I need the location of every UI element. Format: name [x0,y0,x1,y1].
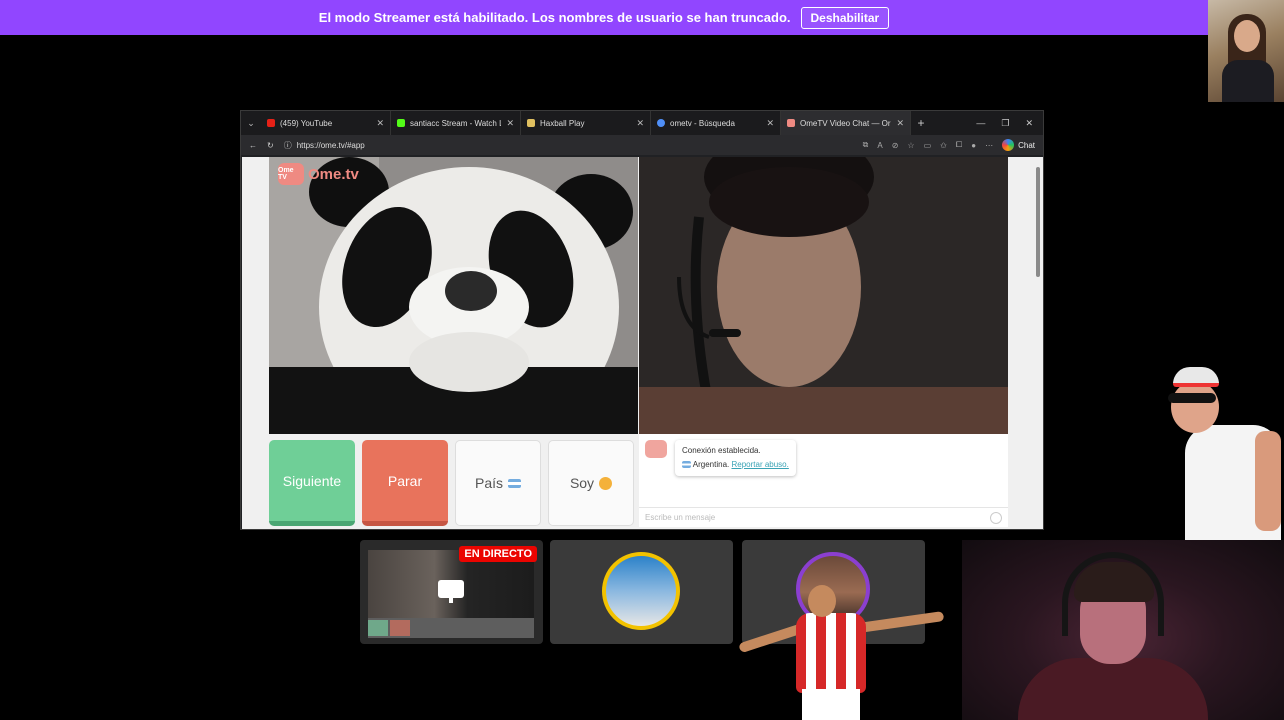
block-icon[interactable]: ⊘ [892,141,899,150]
new-tab-icon[interactable]: + [911,116,931,130]
favorite-star-icon[interactable]: ☆ [907,141,914,150]
partner-video [639,157,1008,434]
panda-plush-image [269,157,638,434]
webcam-top-right [1208,0,1284,102]
argentina-flag-icon [508,478,521,488]
restore-icon[interactable]: ❐ [1001,118,1009,129]
tab-youtube[interactable]: (459) YouTube ✕ [261,111,391,135]
tab-title: santiacc Stream - Watch Live o [410,118,502,128]
tab-kick-stream[interactable]: santiacc Stream - Watch Live o ✕ [391,111,521,135]
stop-label: Parar [387,472,423,489]
monitor-icon [438,580,464,603]
tab-title: (459) YouTube [280,118,333,128]
copilot-icon [1002,139,1015,151]
scrollbar-thumb[interactable] [1036,167,1040,277]
avatar [602,552,680,630]
chat-panel: Conexión establecida. Argentina. Reporta… [639,434,1008,527]
search-icon [657,119,665,127]
back-icon[interactable]: ← [249,141,257,150]
url-text: https://ome.tv/#app [296,140,365,150]
close-window-icon[interactable]: ✕ [1025,118,1033,129]
reload-icon[interactable]: ↻ [267,141,274,150]
favorites-icon[interactable]: ✩ [940,141,947,150]
tab-title: ometv - Búsqueda [670,118,735,128]
live-badge: EN DIRECTO [459,546,537,562]
close-tab-icon[interactable]: ✕ [376,118,384,129]
ometv-icon [787,119,795,127]
tab-title: Haxball Play [540,118,585,128]
youtube-icon [267,119,275,127]
gender-button[interactable]: Soy [548,440,634,526]
streamer-mode-message: El modo Streamer está habilitado. Los no… [318,10,791,25]
connection-status: Conexión establecida. [682,446,761,455]
partner-webcam-image [639,157,1008,434]
ometv-logo-text: Ome.tv [308,165,359,183]
viewer-avatar-tile [550,540,733,644]
more-menu-icon[interactable]: ⋯ [985,141,993,150]
my-video: Ome TV Ome.tv [269,157,638,434]
read-aloud-icon[interactable]: A [877,141,882,150]
tab-title: OmeTV Video Chat — Or [800,118,891,128]
profile-avatar-icon[interactable]: ● [971,141,976,150]
chat-controls: Siguiente Parar País Soy [269,440,634,526]
tab-haxball[interactable]: Haxball Play ✕ [521,111,651,135]
site-info-icon[interactable]: ⓘ [284,140,292,151]
ometv-avatar-icon [645,440,667,458]
argentina-flag-icon [682,461,691,469]
ometv-logo-mark: Ome TV [278,163,304,185]
emoji-icon[interactable] [990,511,1002,524]
minimize-icon[interactable]: — [976,118,985,129]
haxball-icon [527,119,535,127]
open-in-app-icon[interactable]: ⧉ [863,140,869,150]
address-bar: ← ↻ ⓘ https://ome.tv/#app ⧉ A ⊘ ☆ ▭ ✩ ⧠ … [241,135,1043,155]
tab-list-chevron-icon[interactable]: ⌄ [241,118,261,129]
gender-label: Soy [569,475,595,491]
toolbar-icons: ⧉ A ⊘ ☆ ▭ ✩ ⧠ ● ⋯ Chat [863,139,1035,151]
close-tab-icon[interactable]: ✕ [506,118,514,129]
person-emoji-icon [599,476,613,490]
chat-label: Chat [1018,140,1035,150]
webcam-bottom-right [962,540,1284,720]
copilot-chat-button[interactable]: Chat [1002,139,1035,151]
close-tab-icon[interactable]: ✕ [636,118,644,129]
ometv-logo[interactable]: Ome TV Ome.tv [278,163,359,185]
live-preview-tile: EN DIRECTO [360,540,543,644]
tab-bar: ⌄ (459) YouTube ✕ santiacc Stream - Watc… [241,111,1043,135]
url-field[interactable]: ⓘ https://ome.tv/#app [284,140,365,151]
next-label: Siguiente [282,472,342,489]
report-abuse-link[interactable]: Reportar abuso. [731,460,788,469]
close-tab-icon[interactable]: ✕ [896,118,904,129]
system-message: Conexión establecida. Argentina. Reporta… [645,440,796,476]
tab-ometv[interactable]: OmeTV Video Chat — Or ✕ [781,111,911,135]
streamer-mode-banner: El modo Streamer está habilitado. Los no… [0,0,1208,35]
message-placeholder: Escribe un mensaje [645,513,716,522]
next-button[interactable]: Siguiente [269,440,355,526]
tab-search[interactable]: ometv - Búsqueda ✕ [651,111,781,135]
kick-icon [397,119,405,127]
football-player-sticker [738,585,948,720]
disable-streamer-mode-button[interactable]: Deshabilitar [800,6,890,29]
country-button[interactable]: País [455,440,541,526]
video-icon[interactable]: ▭ [924,141,932,150]
close-tab-icon[interactable]: ✕ [766,118,774,129]
browser-window: ⌄ (459) YouTube ✕ santiacc Stream - Watc… [240,110,1044,530]
country-label: País [474,475,503,491]
stop-button[interactable]: Parar [362,440,448,526]
partner-country: Argentina. [692,460,730,469]
page-scrollbar[interactable] [1033,157,1043,529]
message-input[interactable]: Escribe un mensaje [639,507,1008,527]
connection-bubble: Conexión establecida. Argentina. Reporta… [675,440,796,476]
extensions-icon[interactable]: ⧠ [956,140,962,150]
ometv-page: Ome TV Ome.tv Siguiente Parar País Soy C… [242,157,1034,529]
person-sticker [1163,367,1284,540]
